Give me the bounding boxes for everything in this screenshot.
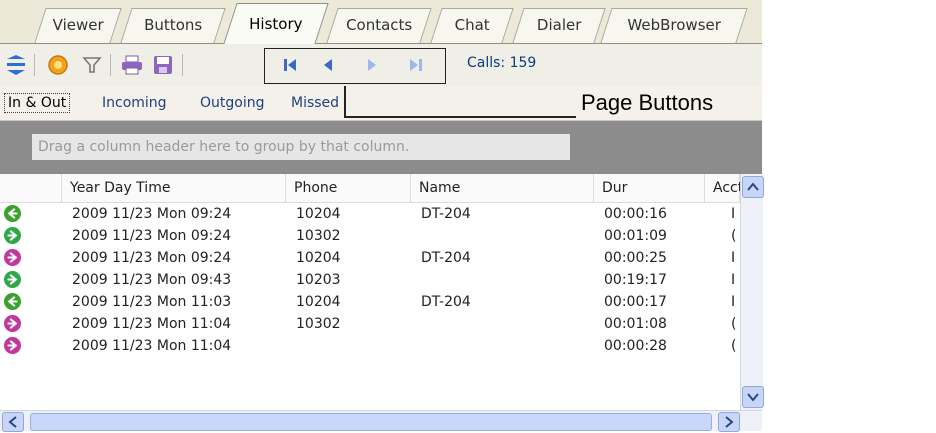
cell-phone: 10302: [296, 316, 341, 332]
table-row[interactable]: 2009 11/23 Mon 09:24 10204 DT-204 00:00:16 I: [0, 203, 740, 225]
cell-phone: 10204: [296, 250, 341, 266]
tab-viewer[interactable]: Viewer: [34, 8, 122, 43]
tab-history[interactable]: History: [223, 3, 329, 44]
horizontal-scrollbar[interactable]: [0, 410, 762, 432]
tab-chat[interactable]: Chat: [430, 8, 514, 43]
cell-time: 2009 11/23 Mon 11:04: [72, 338, 232, 354]
subtab-in-out[interactable]: In & Out: [4, 93, 71, 113]
call-history-window: Viewer Buttons History Contacts Chat Dia…: [0, 0, 764, 433]
cell-extra: I: [731, 272, 736, 288]
cell-extra: I: [731, 250, 736, 266]
cell-name: DT-204: [421, 250, 471, 266]
print-icon[interactable]: [120, 53, 144, 77]
tab-webbrowser[interactable]: WebBrowser: [600, 8, 748, 43]
table-row[interactable]: 2009 11/23 Mon 11:03 10204 DT-204 00:00:17 I: [0, 291, 740, 313]
cell-dur: 00:00:28: [604, 338, 667, 354]
subtab-outgoing[interactable]: Outgoing: [200, 95, 264, 111]
missed-call-icon: [4, 337, 21, 354]
tab-contacts[interactable]: Contacts: [326, 8, 432, 43]
vertical-scrollbar[interactable]: [740, 174, 764, 410]
missed-call-icon: [4, 315, 21, 332]
toolbar-separator: [34, 54, 35, 76]
scroll-up-button[interactable]: [742, 176, 764, 198]
cell-phone: 10204: [296, 206, 341, 222]
save-icon[interactable]: [151, 53, 175, 77]
tab-label: Buttons: [144, 16, 203, 34]
cell-dur: 00:01:08: [604, 316, 667, 332]
tab-buttons[interactable]: Buttons: [120, 8, 226, 43]
collapse-icon[interactable]: [4, 53, 28, 77]
header-acct[interactable]: Acct: [705, 174, 743, 202]
callout-leader-vertical: [344, 86, 346, 117]
table-row[interactable]: 2009 11/23 Mon 11:04 10302 00:01:08 (: [0, 313, 740, 335]
filter-icon[interactable]: [80, 53, 104, 77]
cell-extra: (: [731, 228, 737, 244]
page-buttons-callout: Page Buttons: [581, 90, 714, 115]
tab-bar: Viewer Buttons History Contacts Chat Dia…: [0, 0, 762, 44]
cell-time: 2009 11/23 Mon 11:04: [72, 316, 232, 332]
toolbar-separator: [182, 54, 183, 76]
scroll-down-button[interactable]: [742, 386, 764, 408]
header-phone[interactable]: Phone: [286, 174, 411, 202]
table-row[interactable]: 2009 11/23 Mon 09:43 10203 00:19:17 I: [0, 269, 740, 291]
table-row[interactable]: 2009 11/23 Mon 11:04 00:00:28 (: [0, 335, 740, 357]
cell-phone: 10203: [296, 272, 341, 288]
cell-dur: 00:00:16: [604, 206, 667, 222]
horizontal-scroll-thumb[interactable]: [30, 413, 712, 431]
outgoing-call-icon: [4, 227, 21, 244]
grid-header: Year Day Time Phone Name Dur Acct: [0, 174, 762, 203]
cell-name: DT-204: [421, 294, 471, 310]
table-row[interactable]: 2009 11/23 Mon 09:24 10204 DT-204 00:00:25 I: [0, 247, 740, 269]
cell-time: 2009 11/23 Mon 09:43: [72, 272, 232, 288]
tab-label: Chat: [454, 16, 490, 34]
tab-label: History: [249, 15, 303, 33]
subtab-incoming[interactable]: Incoming: [102, 95, 167, 111]
scroll-right-button[interactable]: [718, 412, 740, 432]
incoming-call-icon: [4, 205, 21, 222]
group-by-panel[interactable]: Drag a column header here to group by th…: [0, 121, 762, 174]
cell-extra: (: [731, 316, 737, 332]
toolbar-separator: [110, 54, 111, 76]
cell-name: DT-204: [421, 206, 471, 222]
tab-dialer[interactable]: Dialer: [512, 8, 606, 43]
cell-extra: (: [731, 338, 737, 354]
table-row[interactable]: 2009 11/23 Mon 09:24 10302 00:01:09 (: [0, 225, 740, 247]
header-direction[interactable]: [0, 174, 62, 202]
cell-time: 2009 11/23 Mon 09:24: [72, 250, 232, 266]
settings-icon[interactable]: [46, 53, 70, 77]
cell-dur: 00:00:25: [604, 250, 667, 266]
cell-time: 2009 11/23 Mon 11:03: [72, 294, 232, 310]
cell-time: 2009 11/23 Mon 09:24: [72, 228, 232, 244]
tab-label: WebBrowser: [627, 16, 721, 34]
cell-time: 2009 11/23 Mon 09:24: [72, 206, 232, 222]
cell-extra: I: [731, 206, 736, 222]
header-name[interactable]: Name: [411, 174, 594, 202]
tab-label: Dialer: [536, 16, 582, 34]
tab-label: Contacts: [346, 16, 413, 34]
group-by-hint: Drag a column header here to group by th…: [32, 134, 570, 160]
cell-dur: 00:19:17: [604, 272, 667, 288]
subtab-missed[interactable]: Missed: [291, 95, 339, 111]
cell-phone: 10302: [296, 228, 341, 244]
incoming-call-icon: [4, 293, 21, 310]
page-buttons-highlight: [264, 48, 446, 84]
scroll-left-button[interactable]: [2, 412, 24, 432]
missed-call-icon: [4, 249, 21, 266]
tab-label: Viewer: [52, 16, 104, 34]
header-dur[interactable]: Dur: [594, 174, 705, 202]
cell-dur: 00:01:09: [604, 228, 667, 244]
callout-leader-horizontal: [344, 116, 576, 118]
cell-extra: I: [731, 294, 736, 310]
cell-dur: 00:00:17: [604, 294, 667, 310]
toolbar: Calls: 159: [0, 44, 762, 86]
outgoing-call-icon: [4, 271, 21, 288]
cell-phone: 10204: [296, 294, 341, 310]
calls-count: Calls: 159: [467, 55, 537, 71]
header-year-day-time[interactable]: Year Day Time: [62, 174, 286, 202]
grid-rows: 2009 11/23 Mon 09:24 10204 DT-204 00:00:16 I…: [0, 203, 740, 357]
call-history-grid: Year Day Time Phone Name Dur Acct 2009 1…: [0, 174, 764, 433]
